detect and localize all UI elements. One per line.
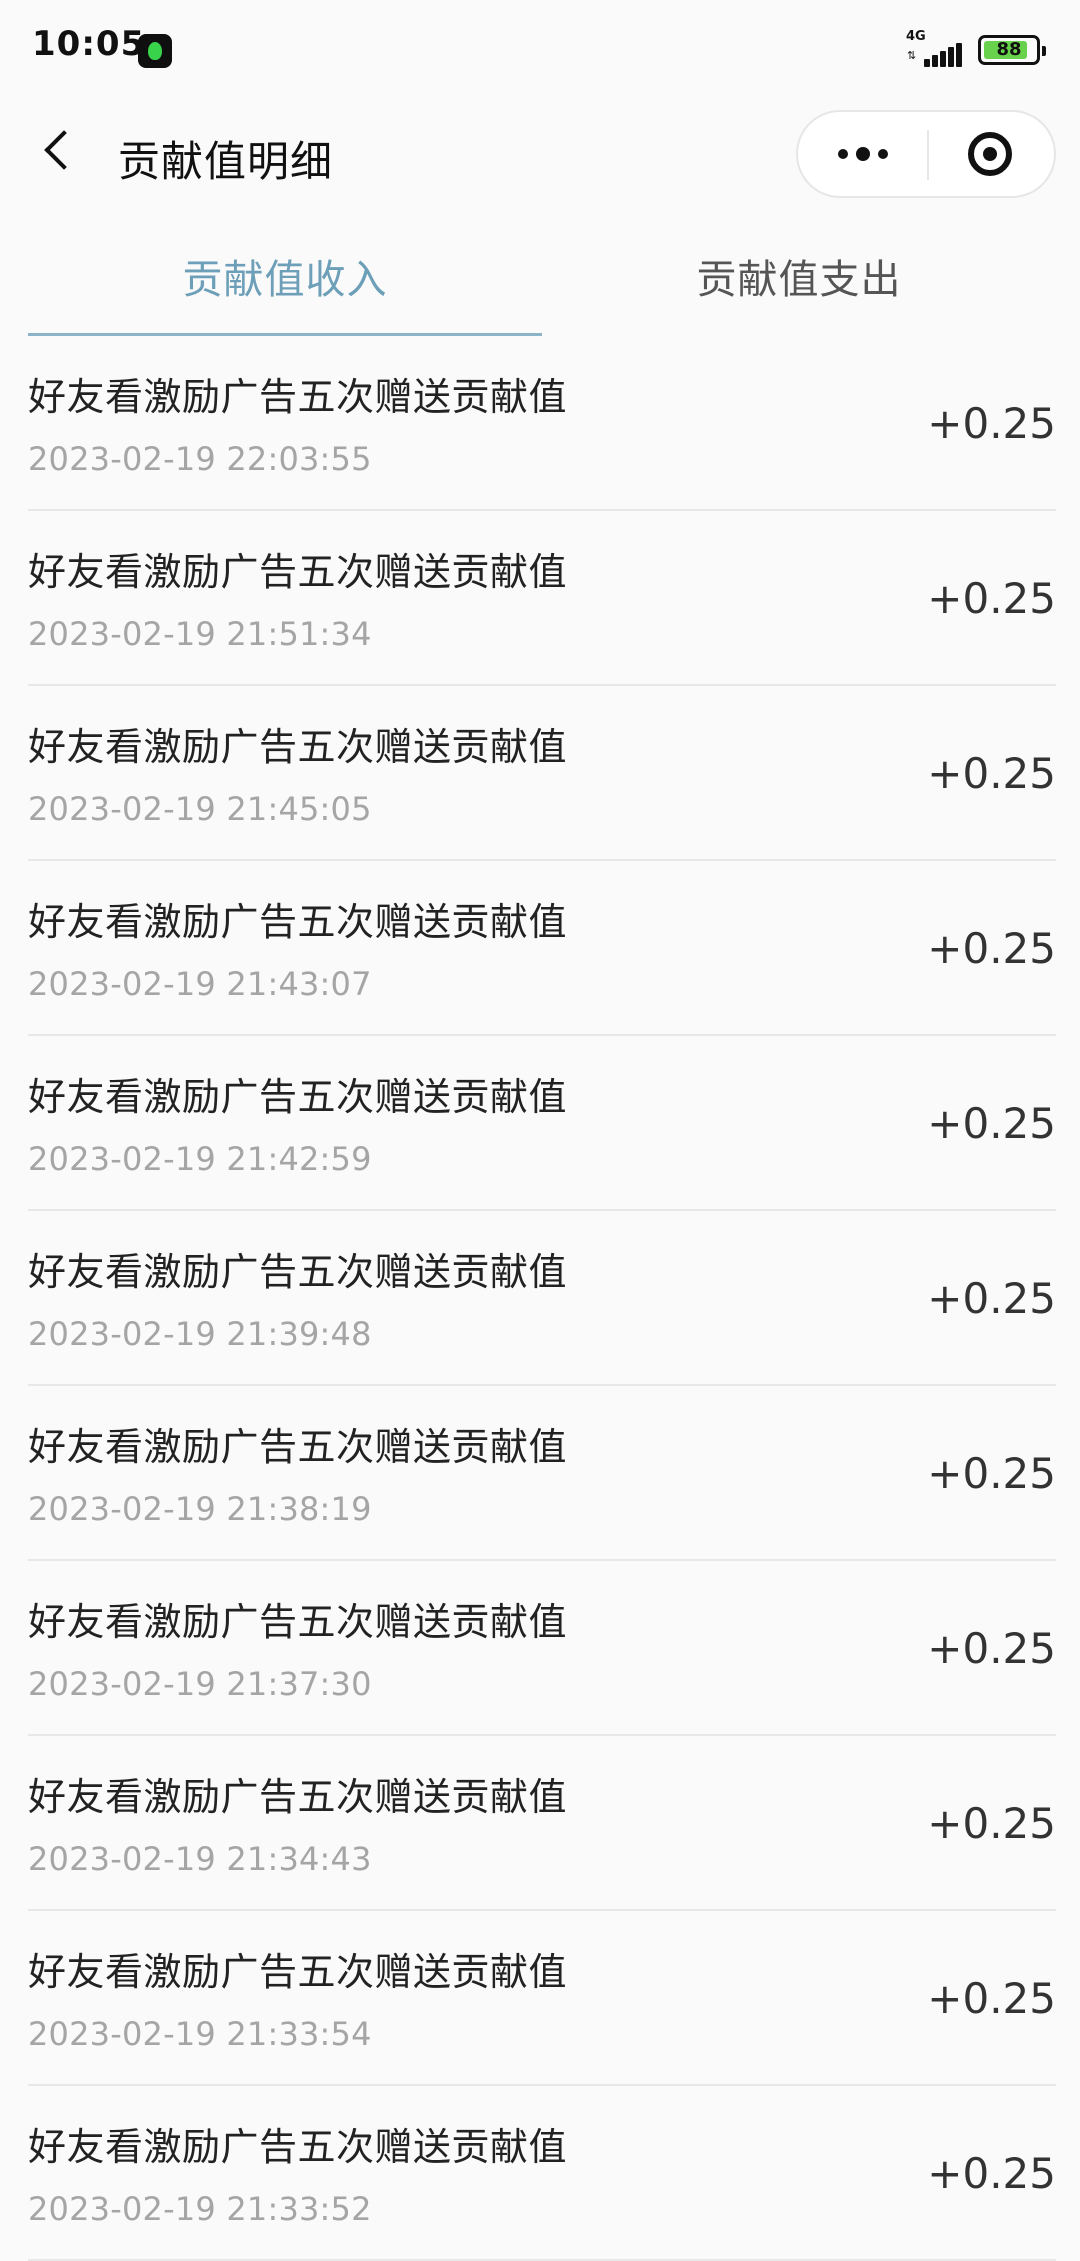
status-indicators: 4G ⇅ 88 <box>906 29 1046 70</box>
signal-icon: 4G ⇅ <box>906 29 964 69</box>
status-time: 10:05 <box>32 24 146 64</box>
transaction-amount: +0.25 <box>927 924 1056 973</box>
transaction-title: 好友看激励广告五次赠送贡献值 <box>28 2125 568 2169</box>
transaction-amount: +0.25 <box>927 1624 1056 1673</box>
transaction-amount: +0.25 <box>927 1099 1056 1148</box>
transaction-title: 好友看激励广告五次赠送贡献值 <box>28 725 568 769</box>
list-item: 好友看激励广告五次赠送贡献值 2023-02-19 21:42:59 +0.25 <box>28 1036 1056 1211</box>
list-item: 好友看激励广告五次赠送贡献值 2023-02-19 21:33:54 +0.25 <box>28 1911 1056 2086</box>
transaction-list: 好友看激励广告五次赠送贡献值 2023-02-19 22:03:55 +0.25… <box>28 336 1056 2261</box>
transaction-amount: +0.25 <box>927 1274 1056 1323</box>
page-title: 贡献值明细 <box>118 137 334 186</box>
transaction-title: 好友看激励广告五次赠送贡献值 <box>28 1600 568 1644</box>
signal-bar <box>940 51 946 67</box>
close-button[interactable] <box>925 112 1054 196</box>
close-icon <box>967 132 1012 176</box>
signal-bars <box>924 39 964 67</box>
battery-cap <box>1042 46 1046 56</box>
transaction-title: 好友看激励广告五次赠送贡献值 <box>28 1075 568 1119</box>
list-item: 好友看激励广告五次赠送贡献值 2023-02-19 22:03:55 +0.25 <box>28 336 1056 511</box>
back-icon <box>44 130 84 170</box>
tab-expense[interactable]: 贡献值支出 <box>542 232 1056 336</box>
transaction-title: 好友看激励广告五次赠送贡献值 <box>28 900 568 944</box>
transaction-amount: +0.25 <box>927 2149 1056 2198</box>
transaction-title: 好友看激励广告五次赠送贡献值 <box>28 1775 568 1819</box>
transaction-amount: +0.25 <box>927 1449 1056 1498</box>
transaction-time: 2023-02-19 21:51:34 <box>28 615 372 653</box>
mini-program-capsule <box>796 110 1056 198</box>
network-type: 4G <box>906 29 926 44</box>
tab-bar: 贡献值收入 贡献值支出 <box>28 232 1056 336</box>
transaction-time: 2023-02-19 22:03:55 <box>28 440 372 478</box>
transaction-amount: +0.25 <box>927 399 1056 448</box>
transaction-amount: +0.25 <box>927 1974 1056 2023</box>
transaction-title: 好友看激励广告五次赠送贡献值 <box>28 1950 568 1994</box>
more-icon <box>877 149 888 159</box>
signal-bar <box>948 47 954 67</box>
transaction-title: 好友看激励广告五次赠送贡献值 <box>28 375 568 419</box>
transaction-time: 2023-02-19 21:37:30 <box>28 1665 372 1703</box>
transaction-title: 好友看激励广告五次赠送贡献值 <box>28 550 568 594</box>
transaction-time: 2023-02-19 21:33:52 <box>28 2190 372 2228</box>
list-item: 好友看激励广告五次赠送贡献值 2023-02-19 21:51:34 +0.25 <box>28 511 1056 686</box>
navigation-bar: 贡献值明细 <box>0 100 1080 210</box>
battery-icon: 88 <box>978 35 1046 65</box>
signal-bar <box>956 43 962 67</box>
list-item: 好友看激励广告五次赠送贡献值 2023-02-19 21:45:05 +0.25 <box>28 686 1056 861</box>
list-item: 好友看激励广告五次赠送贡献值 2023-02-19 21:37:30 +0.25 <box>28 1561 1056 1736</box>
list-item: 好友看激励广告五次赠送贡献值 2023-02-19 21:33:52 +0.25 <box>28 2086 1056 2261</box>
list-item: 好友看激励广告五次赠送贡献值 2023-02-19 21:43:07 +0.25 <box>28 861 1056 1036</box>
transaction-time: 2023-02-19 21:45:05 <box>28 790 372 828</box>
more-icon <box>855 147 870 161</box>
transaction-amount: +0.25 <box>927 1799 1056 1848</box>
transaction-time: 2023-02-19 21:34:43 <box>28 1840 372 1878</box>
transaction-title: 好友看激励广告五次赠送贡献值 <box>28 1425 568 1469</box>
app-icon <box>138 34 172 68</box>
transaction-time: 2023-02-19 21:39:48 <box>28 1315 372 1353</box>
transaction-time: 2023-02-19 21:43:07 <box>28 965 372 1003</box>
battery-level: 88 <box>996 39 1022 60</box>
transaction-title: 好友看激励广告五次赠送贡献值 <box>28 1250 568 1294</box>
transaction-amount: +0.25 <box>927 574 1056 623</box>
back-button[interactable] <box>28 120 88 180</box>
status-bar: 10:05 4G ⇅ 88 <box>0 0 1080 100</box>
more-icon <box>837 149 848 159</box>
more-button[interactable] <box>798 112 927 196</box>
network-arrows: ⇅ <box>907 49 917 62</box>
signal-bar <box>924 59 930 67</box>
transaction-amount: +0.25 <box>927 749 1056 798</box>
transaction-time: 2023-02-19 21:38:19 <box>28 1490 372 1528</box>
transaction-time: 2023-02-19 21:42:59 <box>28 1140 372 1178</box>
tab-income[interactable]: 贡献值收入 <box>28 232 542 336</box>
list-item: 好友看激励广告五次赠送贡献值 2023-02-19 21:34:43 +0.25 <box>28 1736 1056 1911</box>
transaction-time: 2023-02-19 21:33:54 <box>28 2015 372 2053</box>
list-item: 好友看激励广告五次赠送贡献值 2023-02-19 21:39:48 +0.25 <box>28 1211 1056 1386</box>
signal-bar <box>932 55 938 67</box>
list-item: 好友看激励广告五次赠送贡献值 2023-02-19 21:38:19 +0.25 <box>28 1386 1056 1561</box>
